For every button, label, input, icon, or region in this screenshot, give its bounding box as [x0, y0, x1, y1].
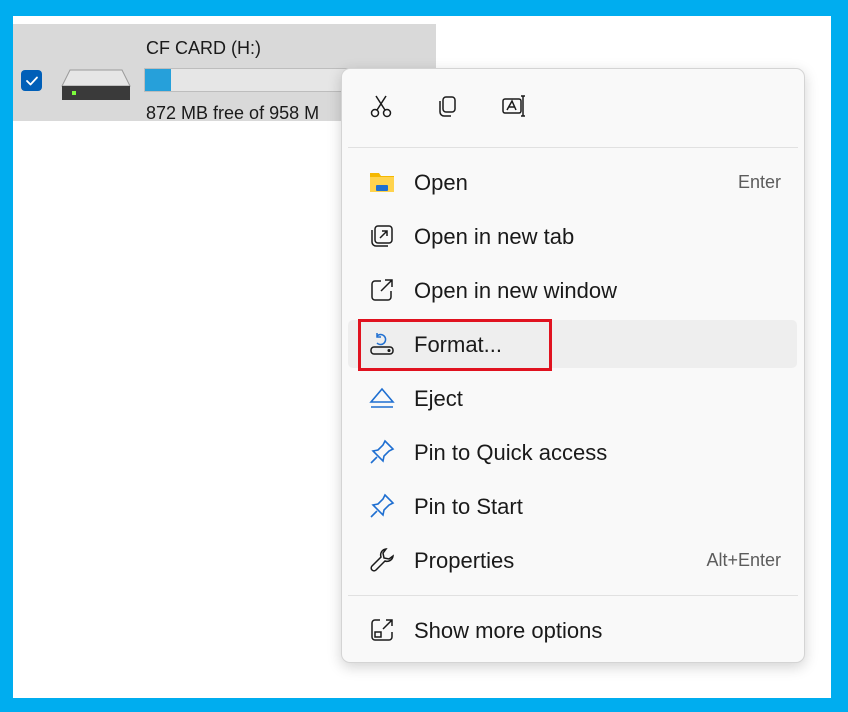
menu-item-open-new-tab[interactable]: Open in new tab [348, 212, 797, 260]
menu-divider [348, 147, 798, 148]
drive-capacity-fill [145, 69, 171, 91]
menu-item-label: Show more options [414, 618, 603, 643]
menu-item-label: Pin to Quick access [414, 440, 608, 465]
menu-item-eject[interactable]: Eject [348, 374, 797, 422]
menu-item-label: Open in new tab [414, 224, 575, 249]
menu-item-label: Properties [414, 548, 515, 573]
open-new-window-icon [368, 276, 396, 304]
checkbox-icon[interactable] [21, 70, 42, 91]
drive-free-space: 872 MB free of 958 M [146, 103, 320, 123]
quick-actions-bar [342, 69, 804, 147]
menu-item-pin-to-start[interactable]: Pin to Start [348, 482, 797, 530]
menu-item-shortcut: Enter [737, 172, 781, 192]
menu-item-open-new-window[interactable]: Open in new window [348, 266, 797, 314]
menu-item-show-more-options[interactable]: Show more options [348, 606, 797, 654]
menu-item-label: Open [414, 170, 468, 195]
format-highlight-annotation [358, 319, 552, 371]
menu-item-label: Open in new window [414, 278, 618, 303]
cut-icon [367, 92, 395, 125]
pin-icon [368, 492, 396, 520]
copy-button[interactable] [430, 91, 464, 125]
rename-button[interactable] [497, 91, 531, 125]
cut-button[interactable] [364, 91, 398, 125]
wrench-icon [368, 546, 396, 574]
menu-item-open[interactable]: Open Enter [348, 158, 797, 206]
menu-item-label: Eject [414, 386, 463, 411]
folder-icon [368, 168, 396, 196]
drive-icon [60, 62, 132, 102]
menu-divider [348, 595, 798, 596]
menu-item-label: Pin to Start [414, 494, 523, 519]
rename-icon [500, 92, 528, 125]
menu-item-shortcut: Alt+Enter [706, 550, 781, 570]
copy-icon [433, 92, 461, 125]
drive-name: CF CARD (H:) [146, 38, 261, 58]
eject-icon [368, 384, 396, 412]
pin-icon [368, 438, 396, 466]
open-new-tab-icon [368, 222, 396, 250]
show-more-icon [368, 616, 396, 644]
menu-item-pin-quick-access[interactable]: Pin to Quick access [348, 428, 797, 476]
menu-item-properties[interactable]: Properties Alt+Enter [348, 536, 797, 584]
explorer-canvas: CF CARD (H:) 872 MB free of 958 M Open E… [13, 16, 831, 698]
